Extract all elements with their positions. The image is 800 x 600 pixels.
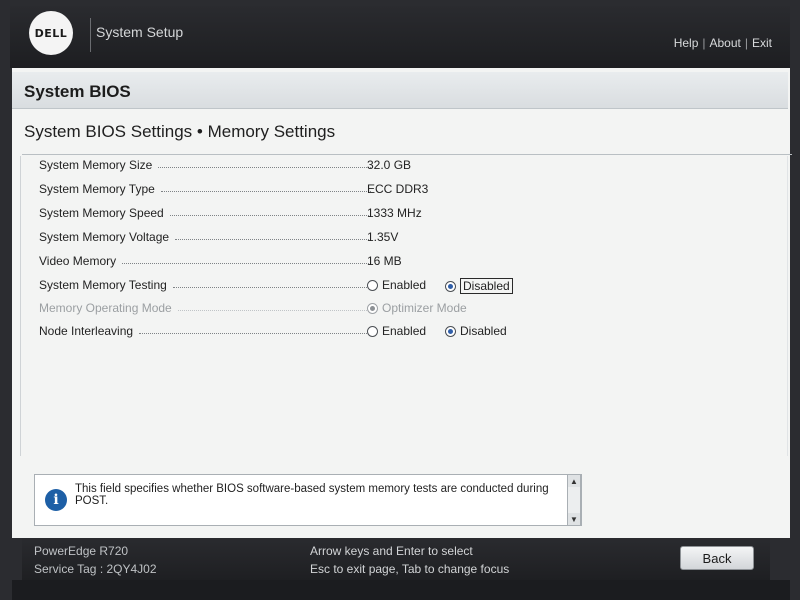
page-title: System BIOS Settings • Memory Settings: [24, 122, 336, 141]
setting-value: 1.35V: [367, 230, 399, 244]
link-separator: |: [702, 36, 706, 50]
help-box: i This field specifies whether BIOS soft…: [34, 474, 582, 526]
model-name: PowerEdge R720: [34, 544, 129, 558]
header-links: Help | About | Exit: [674, 36, 772, 50]
setting-label: Video Memory: [39, 254, 117, 268]
leader-dots: [158, 166, 371, 168]
setting-value: 1333 MHz: [367, 206, 422, 220]
setting-label: System Memory Testing: [39, 278, 167, 292]
header-divider: [90, 18, 91, 52]
leader-dots: [139, 332, 371, 334]
title-divider: [22, 154, 792, 155]
about-link[interactable]: About: [710, 36, 741, 50]
link-separator: |: [744, 36, 748, 50]
setting-label: System Memory Size: [39, 158, 153, 172]
service-tag: Service Tag : 2QY4J02: [34, 562, 157, 576]
exit-link[interactable]: Exit: [752, 36, 772, 50]
setting-row-node-interleaving: Node Interleaving Enabled Disabled: [21, 324, 781, 346]
setting-label: System Memory Speed: [39, 206, 164, 220]
leader-dots: [175, 238, 371, 240]
top-header-bar: DELL System Setup Help | About | Exit: [10, 6, 790, 68]
setting-value: 16 MB: [367, 254, 402, 268]
key-hints: Arrow keys and Enter to select Esc to ex…: [310, 542, 509, 578]
back-button[interactable]: Back: [680, 546, 754, 570]
radio-label: Optimizer Mode: [382, 301, 467, 315]
dell-logo-text: DELL: [34, 26, 68, 40]
setting-label: Memory Operating Mode: [39, 301, 172, 315]
scroll-down-icon[interactable]: ▼: [568, 513, 580, 525]
footer-bar: PowerEdge R720 Service Tag : 2QY4J02 Arr…: [22, 538, 770, 580]
memory-testing-enabled-radio[interactable]: Enabled: [367, 278, 426, 292]
node-interleaving-disabled-radio[interactable]: Disabled: [445, 324, 507, 338]
radio-label: Enabled: [382, 324, 427, 338]
radio-circle: [367, 302, 378, 314]
radio-circle[interactable]: [367, 325, 378, 337]
setting-row-memory-voltage: System Memory Voltage 1.35V: [21, 230, 781, 252]
section-bar: System BIOS: [12, 72, 788, 109]
setting-row-memory-type: System Memory Type ECC DDR3: [21, 182, 781, 204]
setting-row-memory-operating-mode: Memory Operating Mode Optimizer Mode: [21, 301, 781, 323]
key-hint-line: Esc to exit page, Tab to change focus: [310, 562, 510, 576]
optimizer-mode-radio: Optimizer Mode: [367, 301, 467, 315]
setting-label: System Memory Type: [39, 182, 155, 196]
scroll-up-icon[interactable]: ▲: [568, 475, 580, 487]
system-info: PowerEdge R720 Service Tag : 2QY4J02: [34, 542, 157, 578]
node-interleaving-enabled-radio[interactable]: Enabled: [367, 324, 426, 338]
help-text: This field specifies whether BIOS softwa…: [75, 483, 549, 507]
setting-label: Node Interleaving: [39, 324, 134, 338]
leader-dots: [172, 286, 371, 288]
main-panel: System BIOS System BIOS Settings • Memor…: [12, 68, 792, 538]
setting-row-memory-speed: System Memory Speed 1333 MHz: [21, 206, 781, 228]
radio-label: Enabled: [382, 278, 427, 292]
setting-value: 32.0 GB: [367, 158, 412, 172]
leader-dots: [169, 214, 371, 216]
help-link[interactable]: Help: [674, 36, 699, 50]
section-title: System BIOS: [24, 82, 131, 101]
radio-label: Disabled: [460, 324, 507, 338]
radio-circle[interactable]: [445, 325, 456, 337]
settings-list: System Memory Size 32.0 GB System Memory…: [20, 156, 788, 456]
setting-value: ECC DDR3: [367, 182, 429, 196]
leader-dots: [177, 309, 371, 311]
radio-label: Disabled: [460, 278, 513, 294]
help-scrollbar[interactable]: ▲ ▼: [567, 474, 581, 526]
leader-dots: [122, 262, 371, 264]
leader-dots: [160, 190, 371, 192]
info-icon: i: [45, 489, 67, 511]
app-title: System Setup: [96, 24, 184, 40]
setting-label: System Memory Voltage: [39, 230, 170, 244]
dell-logo: DELL: [29, 11, 73, 55]
bottom-strip: [12, 580, 790, 600]
memory-testing-disabled-radio[interactable]: Disabled: [445, 278, 513, 294]
radio-circle[interactable]: [367, 279, 378, 291]
key-hint-line: Arrow keys and Enter to select: [310, 544, 473, 558]
radio-circle[interactable]: [445, 280, 456, 292]
setting-row-memory-size: System Memory Size 32.0 GB: [21, 158, 781, 180]
setting-row-video-memory: Video Memory 16 MB: [21, 254, 781, 276]
setting-row-memory-testing: System Memory Testing Enabled Disabled: [21, 278, 781, 300]
